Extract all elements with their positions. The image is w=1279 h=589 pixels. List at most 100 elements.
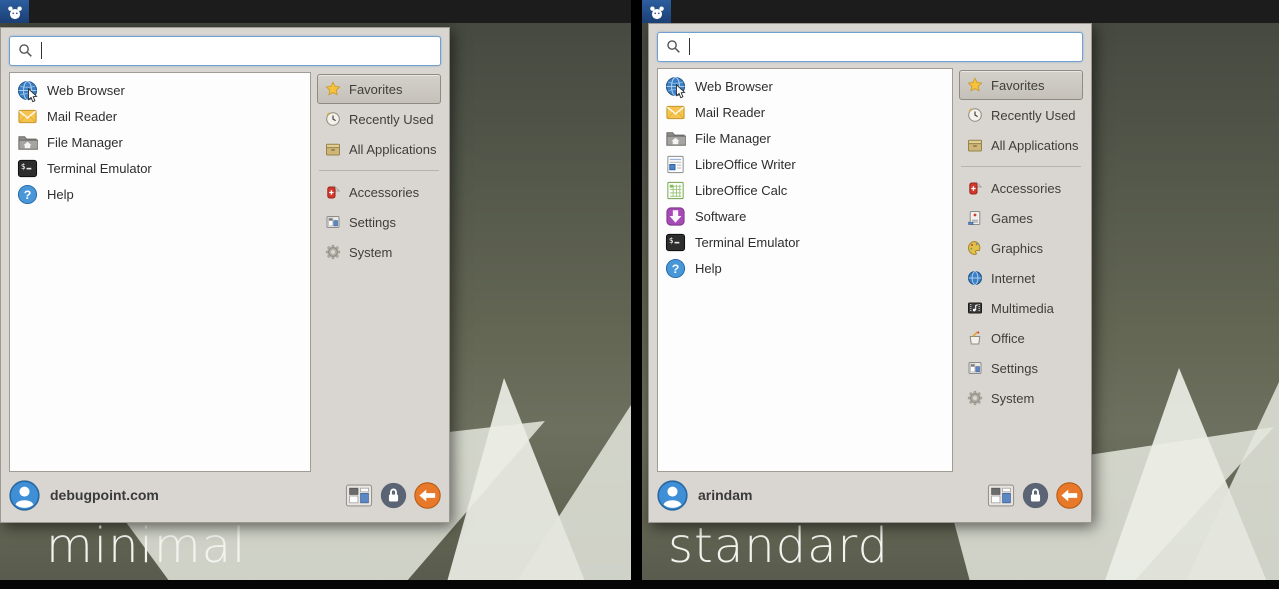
drawer-icon xyxy=(967,137,983,153)
search-input[interactable] xyxy=(10,37,440,65)
username: arindam xyxy=(698,487,752,503)
category-label: Recently Used xyxy=(991,108,1076,123)
category-label: Favorites xyxy=(349,82,402,97)
search-box[interactable] xyxy=(657,32,1083,62)
logout-button[interactable] xyxy=(1056,482,1083,509)
category-label: Recently Used xyxy=(349,112,434,127)
category-label: Games xyxy=(991,211,1033,226)
app-label: File Manager xyxy=(47,135,123,150)
avatar xyxy=(9,480,40,511)
top-panel xyxy=(642,0,1279,23)
app-label: Web Browser xyxy=(47,83,125,98)
category-multimedia[interactable]: Multimedia xyxy=(959,293,1083,323)
category-label: Settings xyxy=(991,361,1038,376)
app-item-software[interactable]: Software xyxy=(660,203,950,229)
top-panel xyxy=(0,0,631,23)
app-item-file-manager[interactable]: File Manager xyxy=(660,125,950,151)
category-recently-used[interactable]: Recently Used xyxy=(317,104,441,134)
category-settings[interactable]: Settings xyxy=(959,353,1083,383)
settings-manager-button[interactable] xyxy=(987,484,1015,507)
app-label: Mail Reader xyxy=(47,109,117,124)
app-item-help[interactable]: ?Help xyxy=(660,255,950,281)
category-settings[interactable]: Settings xyxy=(317,207,441,237)
app-label: Web Browser xyxy=(695,79,773,94)
screenshot-standard: Web Browser Mail Reader File Manager LibreO… xyxy=(642,0,1279,580)
gear-icon xyxy=(967,390,983,406)
menu-footer: arindam xyxy=(657,476,1083,514)
category-label: All Applications xyxy=(991,138,1078,153)
variant-caption: standard xyxy=(668,518,889,574)
category-games[interactable]: Games xyxy=(959,203,1083,233)
search-input[interactable] xyxy=(658,33,1082,61)
clock-icon xyxy=(325,111,341,127)
folder-home-icon xyxy=(17,132,38,153)
star-icon xyxy=(967,77,983,93)
menu-body: Web Browser Mail Reader File Manager $ Termi… xyxy=(9,72,441,472)
search-box[interactable] xyxy=(9,36,441,66)
whisker-menu: Web Browser Mail Reader File Manager LibreO… xyxy=(648,23,1092,523)
app-item-terminal-emulator[interactable]: $ Terminal Emulator xyxy=(12,155,308,181)
app-label: Terminal Emulator xyxy=(695,235,800,250)
clock-icon xyxy=(967,107,983,123)
app-label: Terminal Emulator xyxy=(47,161,152,176)
app-item-mail-reader[interactable]: Mail Reader xyxy=(660,99,950,125)
category-office[interactable]: Office xyxy=(959,323,1083,353)
category-separator xyxy=(961,166,1081,167)
category-label: Graphics xyxy=(991,241,1043,256)
category-internet[interactable]: Internet xyxy=(959,263,1083,293)
app-item-libreoffice-writer[interactable]: LibreOffice Writer xyxy=(660,151,950,177)
category-list: Favorites Recently Used All Applications Ac… xyxy=(959,68,1083,472)
app-item-web-browser[interactable]: Web Browser xyxy=(660,73,950,99)
category-favorites[interactable]: Favorites xyxy=(959,70,1083,100)
settings-manager-button[interactable] xyxy=(345,484,373,507)
screenshot-minimal: Web Browser Mail Reader File Manager $ Termi… xyxy=(0,0,631,580)
app-item-mail-reader[interactable]: Mail Reader xyxy=(12,103,308,129)
lock-screen-button[interactable] xyxy=(380,482,407,509)
category-accessories[interactable]: Accessories xyxy=(959,173,1083,203)
mail-icon xyxy=(665,102,686,123)
logout-button[interactable] xyxy=(414,482,441,509)
app-label: LibreOffice Calc xyxy=(695,183,787,198)
app-label: LibreOffice Writer xyxy=(695,157,796,172)
app-item-terminal-emulator[interactable]: $ Terminal Emulator xyxy=(660,229,950,255)
app-label: Mail Reader xyxy=(695,105,765,120)
category-label: Multimedia xyxy=(991,301,1054,316)
category-accessories[interactable]: Accessories xyxy=(317,177,441,207)
app-item-web-browser[interactable]: Web Browser xyxy=(12,77,308,103)
multimedia-icon xyxy=(967,300,983,316)
app-list: Web Browser Mail Reader File Manager LibreO… xyxy=(657,68,953,472)
app-item-file-manager[interactable]: File Manager xyxy=(12,129,308,155)
avatar xyxy=(657,480,688,511)
folder-home-icon xyxy=(665,128,686,149)
category-system[interactable]: System xyxy=(959,383,1083,413)
svg-text:$: $ xyxy=(669,235,674,244)
lock-screen-button[interactable] xyxy=(1022,482,1049,509)
help-icon: ? xyxy=(17,184,38,205)
category-label: Settings xyxy=(349,215,396,230)
category-system[interactable]: System xyxy=(317,237,441,267)
star-icon xyxy=(325,81,341,97)
app-item-help[interactable]: ?Help xyxy=(12,181,308,207)
category-label: System xyxy=(349,245,392,260)
category-favorites[interactable]: Favorites xyxy=(317,74,441,104)
whisker-menu: Web Browser Mail Reader File Manager $ Termi… xyxy=(0,27,450,523)
svg-text:?: ? xyxy=(672,262,680,276)
category-label: All Applications xyxy=(349,142,436,157)
category-graphics[interactable]: Graphics xyxy=(959,233,1083,263)
category-recently-used[interactable]: Recently Used xyxy=(959,100,1083,130)
writer-icon xyxy=(665,154,686,175)
knife-icon xyxy=(967,180,983,196)
whisker-menu-button[interactable] xyxy=(642,0,671,23)
menu-body: Web Browser Mail Reader File Manager LibreO… xyxy=(657,68,1083,472)
category-label: Office xyxy=(991,331,1025,346)
games-icon xyxy=(967,210,983,226)
mail-icon xyxy=(17,106,38,127)
terminal-icon: $ xyxy=(17,158,38,179)
xfce-logo-icon xyxy=(6,3,24,21)
whisker-menu-button[interactable] xyxy=(0,0,29,23)
app-label: Software xyxy=(695,209,746,224)
app-item-libreoffice-calc[interactable]: LibreOffice Calc xyxy=(660,177,950,203)
category-all-applications[interactable]: All Applications xyxy=(959,130,1083,160)
app-label: File Manager xyxy=(695,131,771,146)
category-all-applications[interactable]: All Applications xyxy=(317,134,441,164)
